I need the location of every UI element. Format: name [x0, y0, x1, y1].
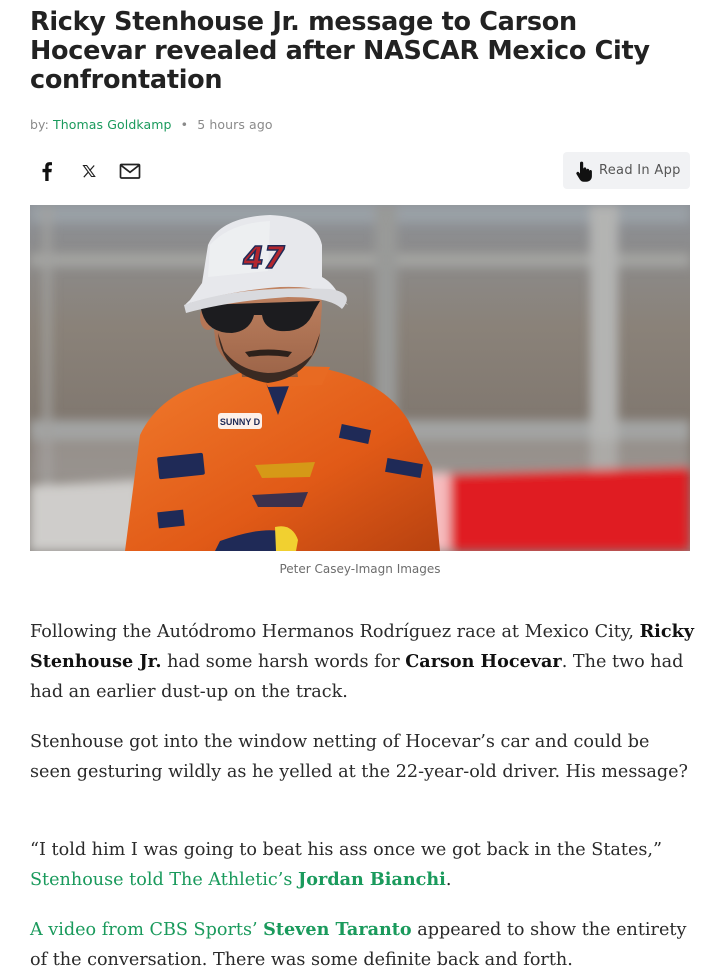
article-headline: Ricky Stenhouse Jr. message to Carson Ho… [30, 7, 650, 95]
image-caption: Peter Casey-Imagn Images [279, 562, 441, 576]
paragraph-2: Stenhouse got into the window netting of… [30, 732, 688, 782]
carson-hocevar-name: Carson Hocevar [405, 651, 562, 672]
athletic-link[interactable]: Stenhouse told The Athletic’s Jordan Bia… [30, 869, 446, 890]
p1-text-c: had some harsh words for [167, 652, 400, 672]
byline-separator: • [180, 117, 189, 132]
cbs-sports-link[interactable]: A video from CBS Sports’ Steven Taranto [30, 919, 412, 940]
athletic-link-text: Stenhouse told The Athletic’s [30, 870, 293, 890]
byline: by: Thomas Goldkamp • 5 hours ago [30, 117, 273, 132]
paragraph-4: A video from CBS Sports’ Steven Taranto … [30, 915, 695, 975]
cap-number: 47 [242, 241, 285, 276]
driver-photo: SUNNY D 47 [30, 205, 690, 551]
jordan-bianchi-link: Jordan Bianchi [297, 869, 446, 890]
read-in-app-button[interactable]: Read In App [563, 152, 690, 189]
p3-period: . [445, 870, 452, 890]
paragraph-1: Following the Autódromo Hermanos Rodrígu… [30, 617, 695, 707]
hero-image: SUNNY D 47 [30, 205, 690, 551]
facebook-icon[interactable] [36, 160, 58, 182]
x-icon[interactable] [78, 160, 100, 182]
byline-prefix: by: [30, 117, 49, 132]
author-link[interactable]: Thomas Goldkamp [53, 117, 172, 132]
mail-icon[interactable] [119, 160, 141, 182]
cbs-link-text: A video from CBS Sports’ [30, 920, 258, 940]
article-page: Ricky Stenhouse Jr. message to Carson Ho… [0, 0, 720, 970]
p1-text-a: Following the Autódromo Hermanos Rodrígu… [30, 622, 634, 642]
read-in-app-label: Read In App [599, 163, 681, 178]
share-bar: Read In App [30, 152, 690, 190]
steven-taranto-link: Steven Taranto [263, 919, 412, 940]
published-time: 5 hours ago [197, 117, 273, 132]
paragraph-3: “I told him I was going to beat his ass … [30, 835, 695, 895]
stenhouse-quote: “I told him I was going to beat his ass … [30, 840, 662, 860]
tap-hand-icon [576, 161, 592, 182]
sunny-d-patch: SUNNY D [220, 417, 261, 427]
